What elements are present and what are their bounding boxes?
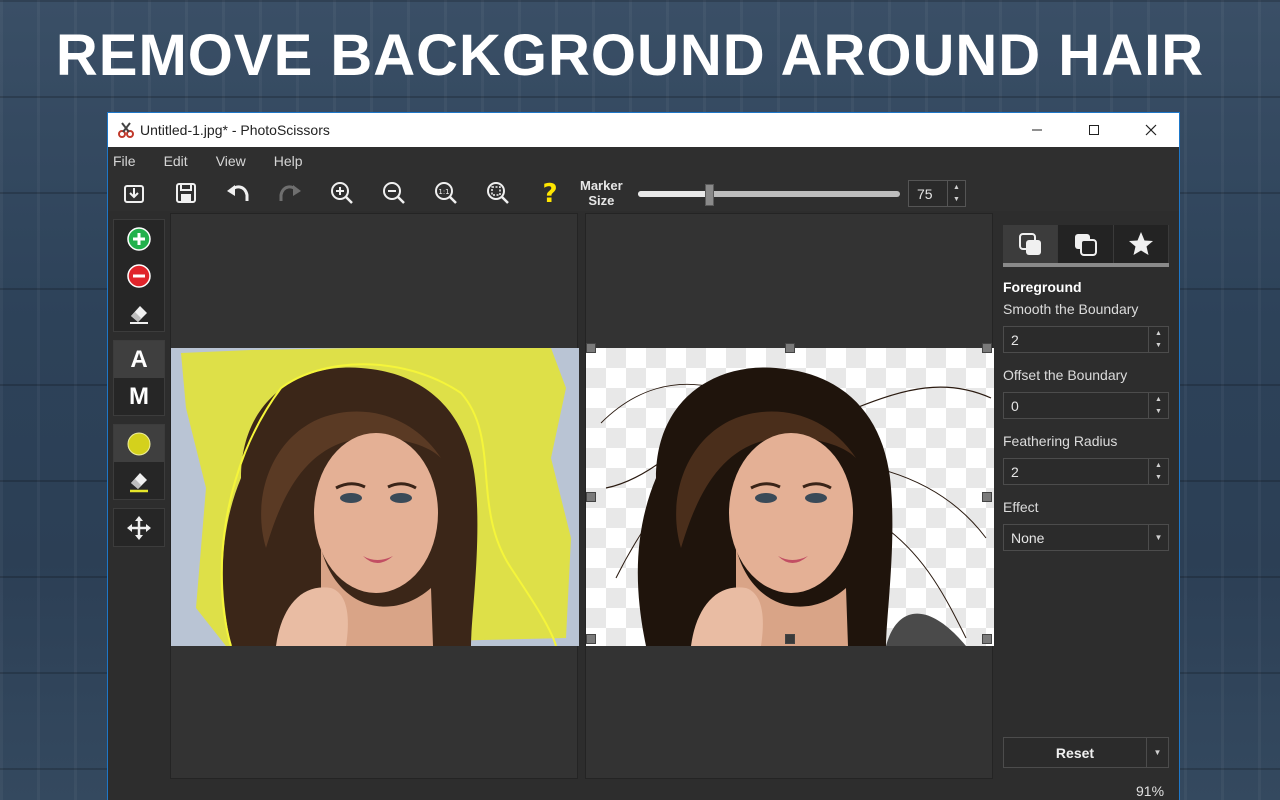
reset-dropdown-chevron-icon[interactable]: ▼ xyxy=(1146,738,1168,767)
effects-tab-icon[interactable] xyxy=(1114,225,1169,263)
window-title: Untitled-1.jpg* - PhotoScissors xyxy=(140,122,330,138)
left-toolbox: A M xyxy=(113,219,165,555)
menu-bar: File Edit View Help xyxy=(108,147,1179,175)
menu-view[interactable]: View xyxy=(216,153,246,169)
crop-handle-top-left[interactable] xyxy=(586,343,596,353)
background-tab-icon[interactable] xyxy=(1058,225,1114,263)
effect-value[interactable]: None xyxy=(1004,530,1148,546)
offset-boundary-spinbox[interactable]: 0 ▲ ▼ xyxy=(1003,392,1169,419)
offset-boundary-label: Offset the Boundary xyxy=(1003,367,1128,383)
manual-mode-button[interactable]: M xyxy=(114,378,164,415)
smooth-boundary-arrows[interactable]: ▲ ▼ xyxy=(1148,327,1168,352)
marker-size-label: Marker Size xyxy=(580,178,623,208)
source-photo[interactable] xyxy=(171,348,579,646)
crop-handle-right[interactable] xyxy=(982,492,992,502)
title-bar[interactable]: Untitled-1.jpg* - PhotoScissors xyxy=(108,113,1179,147)
marker-size-spin-arrows[interactable]: ▲ ▼ xyxy=(947,181,965,206)
menu-help[interactable]: Help xyxy=(274,153,303,169)
effect-dropdown[interactable]: None ▼ xyxy=(1003,524,1169,551)
hair-tools-group xyxy=(113,424,165,500)
source-image-pane[interactable] xyxy=(170,213,579,779)
zoom-fit-icon[interactable] xyxy=(472,175,524,211)
effect-label: Effect xyxy=(1003,499,1039,515)
reset-button-label: Reset xyxy=(1055,744,1095,761)
offset-boundary-arrows[interactable]: ▲ ▼ xyxy=(1148,393,1168,418)
help-icon[interactable]: ? xyxy=(524,175,576,211)
foreground-tab-icon[interactable] xyxy=(1003,225,1059,263)
offset-boundary-value[interactable]: 0 xyxy=(1004,398,1148,414)
zoom-out-icon[interactable] xyxy=(368,175,420,211)
maximize-icon[interactable] xyxy=(1065,113,1122,147)
settings-panel: Foreground Smooth the Boundary 2 ▲ ▼ Offs… xyxy=(1003,225,1169,551)
zoom-in-icon[interactable] xyxy=(316,175,368,211)
app-scissors-icon xyxy=(116,120,136,140)
marker-size-spinbox[interactable]: 75 ▲ ▼ xyxy=(908,180,966,207)
add-background-marker-icon[interactable] xyxy=(114,257,164,294)
crop-handle-bottom[interactable] xyxy=(785,634,795,644)
marker-tools-group xyxy=(113,219,165,332)
redo-icon[interactable] xyxy=(264,175,316,211)
hair-marker-icon[interactable] xyxy=(114,425,164,462)
result-photo[interactable] xyxy=(586,348,994,646)
save-icon[interactable] xyxy=(160,175,212,211)
svg-text:?: ? xyxy=(542,180,557,206)
add-foreground-marker-icon[interactable] xyxy=(114,220,164,257)
undo-icon[interactable] xyxy=(212,175,264,211)
marker-size-slider-thumb[interactable] xyxy=(704,184,714,206)
smooth-boundary-spinbox[interactable]: 2 ▲ ▼ xyxy=(1003,326,1169,353)
minimize-icon[interactable] xyxy=(1008,113,1065,147)
crop-handle-bottom-right[interactable] xyxy=(982,634,992,644)
svg-text:1:1: 1:1 xyxy=(438,188,449,196)
toolbar: 1:1 ? Marker Size 75 ▲ ▼ xyxy=(108,175,1179,211)
crop-handle-left[interactable] xyxy=(586,492,596,502)
feathering-radius-label: Feathering Radius xyxy=(1003,433,1118,449)
chevron-down-icon[interactable]: ▼ xyxy=(1148,525,1168,550)
mode-group: A M xyxy=(113,340,165,416)
panel-tabs xyxy=(1003,225,1169,267)
app-window: Untitled-1.jpg* - PhotoScissors File Edi… xyxy=(107,112,1180,800)
zoom-actual-icon[interactable]: 1:1 xyxy=(420,175,472,211)
smooth-boundary-value[interactable]: 2 xyxy=(1004,332,1148,348)
feathering-radius-arrows[interactable]: ▲ ▼ xyxy=(1148,459,1168,484)
open-icon[interactable] xyxy=(108,175,160,211)
panel-heading: Foreground xyxy=(1003,279,1082,295)
eraser-icon[interactable] xyxy=(114,294,164,331)
promo-headline: REMOVE BACKGROUND AROUND HAIR xyxy=(55,23,1205,88)
marker-size-slider-fill xyxy=(638,191,709,197)
crop-handle-top-right[interactable] xyxy=(982,343,992,353)
marker-size-slider[interactable] xyxy=(638,184,900,206)
crop-handle-top[interactable] xyxy=(785,343,795,353)
move-icon[interactable] xyxy=(114,509,164,546)
feathering-radius-value[interactable]: 2 xyxy=(1004,464,1148,480)
zoom-level: 91% xyxy=(1136,783,1165,799)
close-icon[interactable] xyxy=(1122,113,1179,147)
reset-button[interactable]: Reset ▼ xyxy=(1003,737,1169,768)
menu-edit[interactable]: Edit xyxy=(164,153,188,169)
crop-handle-bottom-left[interactable] xyxy=(586,634,596,644)
result-image-pane[interactable] xyxy=(585,213,994,779)
auto-mode-button[interactable]: A xyxy=(114,341,164,378)
menu-file[interactable]: File xyxy=(113,153,136,169)
marker-size-value[interactable]: 75 xyxy=(909,186,947,202)
smooth-boundary-label: Smooth the Boundary xyxy=(1003,301,1139,317)
hair-eraser-icon[interactable] xyxy=(114,462,164,499)
move-tools-group xyxy=(113,508,165,547)
feathering-radius-spinbox[interactable]: 2 ▲ ▼ xyxy=(1003,458,1169,485)
